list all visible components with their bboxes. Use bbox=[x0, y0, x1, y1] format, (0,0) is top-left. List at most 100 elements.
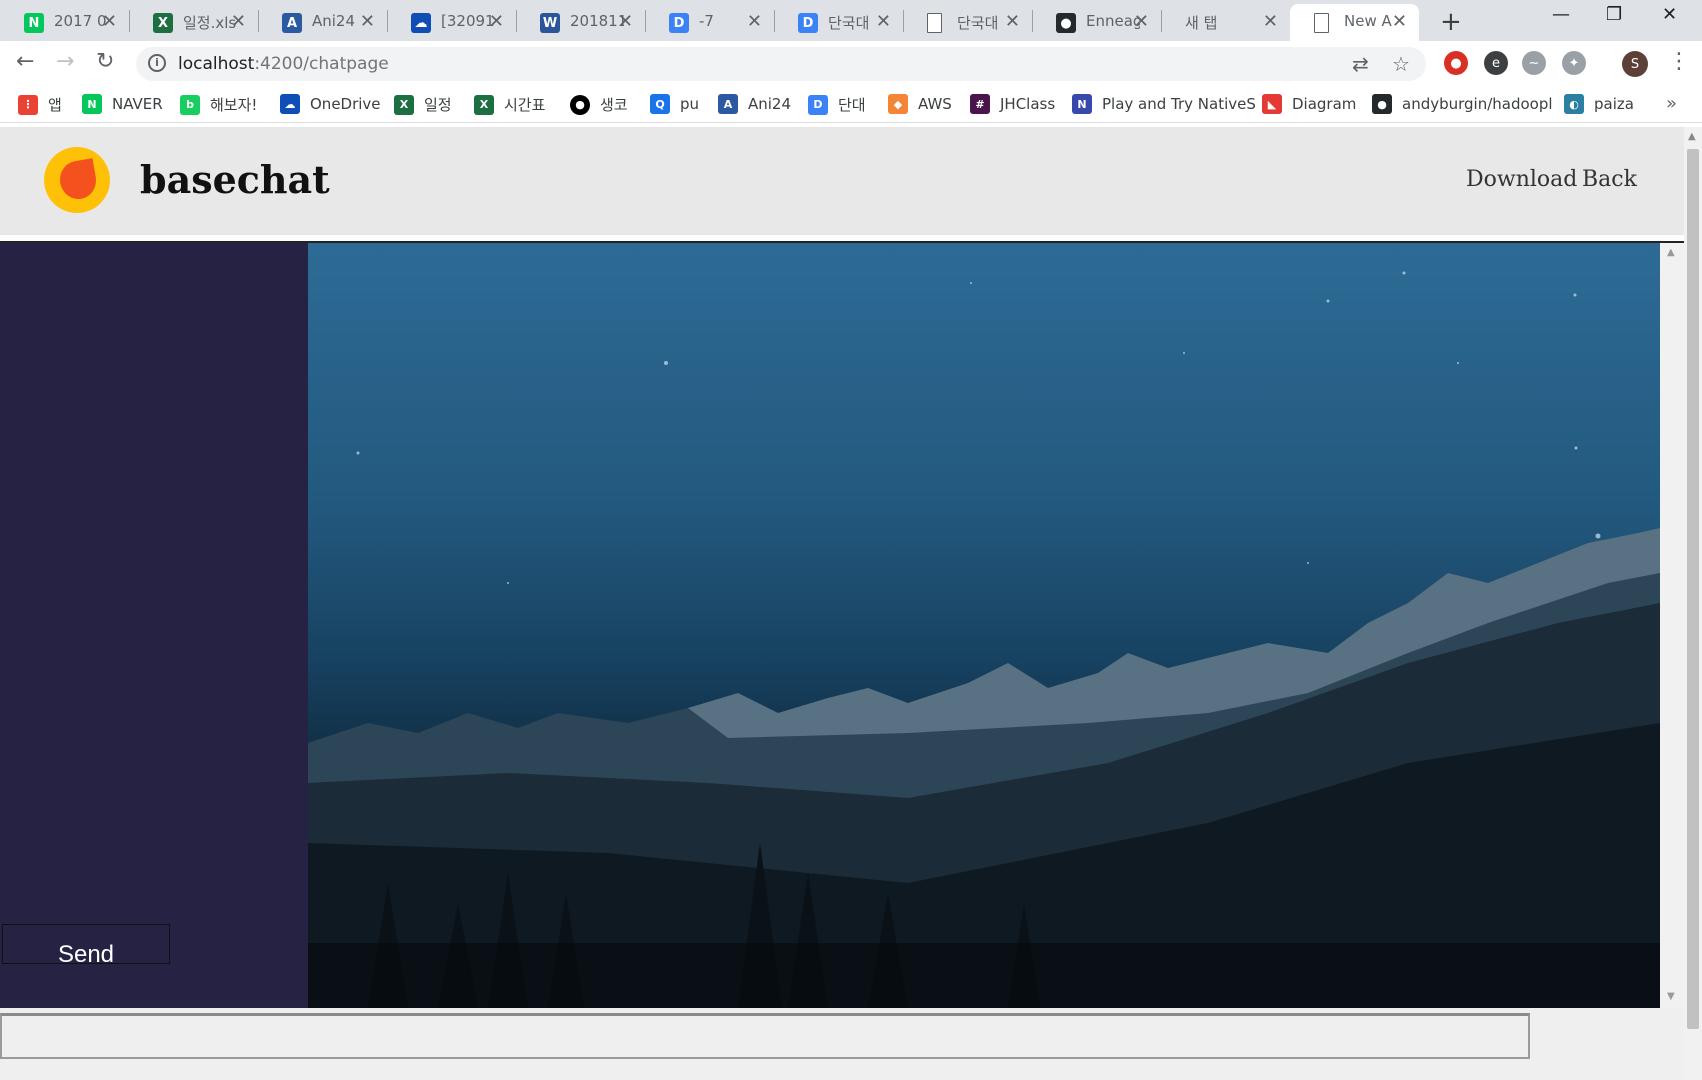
scrollbar-thumb[interactable] bbox=[1687, 149, 1699, 1029]
bookmark-favicon-icon: ☁ bbox=[280, 94, 300, 114]
restore-icon[interactable]: ❐ bbox=[1606, 4, 1622, 25]
scroll-up-icon[interactable]: ▲ bbox=[1688, 131, 1696, 142]
adblock-extension-icon[interactable]: ● bbox=[1444, 51, 1468, 75]
bookmark-item[interactable]: Qpu bbox=[650, 94, 699, 114]
tab-close-icon[interactable]: ✕ bbox=[1005, 11, 1020, 32]
extension-icon[interactable]: ~ bbox=[1522, 51, 1546, 75]
bookmark-label: 시간표 bbox=[504, 96, 546, 114]
browser-tab[interactable]: ● Enneag ✕ bbox=[1032, 4, 1161, 41]
tab-close-icon[interactable]: ✕ bbox=[618, 11, 633, 32]
browser-tab[interactable]: W 201811 ✕ bbox=[516, 4, 645, 41]
bookmark-item[interactable]: D 단대 bbox=[808, 94, 866, 115]
bookmark-favicon-icon: ⋮ bbox=[18, 94, 38, 115]
chat-sidebar bbox=[0, 243, 308, 1008]
info-icon[interactable]: i bbox=[148, 54, 166, 72]
page-icon bbox=[1314, 13, 1329, 33]
send-button[interactable]: Send bbox=[2, 924, 170, 968]
bookmark-item[interactable]: # JHClass bbox=[970, 94, 1055, 114]
bookmark-item[interactable]: ⋮ 앱 bbox=[18, 94, 62, 115]
forward-arrow-icon[interactable]: → bbox=[56, 49, 74, 74]
header-divider bbox=[0, 235, 1684, 244]
tab-close-icon[interactable]: ✕ bbox=[747, 11, 762, 32]
word-icon: W bbox=[540, 13, 560, 33]
message-input[interactable] bbox=[0, 1013, 1530, 1059]
bookmark-item[interactable]: X 일정 bbox=[394, 94, 452, 115]
bookmark-item[interactable]: ◐ paiza bbox=[1564, 94, 1634, 114]
browser-tab[interactable]: A Ani24 ✕ bbox=[258, 4, 387, 41]
bookmark-item[interactable]: X 시간표 bbox=[474, 94, 545, 115]
bookmark-favicon-icon: ● bbox=[1372, 94, 1392, 114]
back-arrow-icon[interactable]: ← bbox=[16, 49, 34, 74]
browser-tab[interactable]: D 단국대 ✕ bbox=[774, 4, 903, 41]
tab-label: Enneag bbox=[1086, 12, 1140, 30]
profile-avatar[interactable]: S bbox=[1622, 51, 1648, 77]
bookmark-item[interactable]: A Ani24 bbox=[718, 94, 791, 114]
more-bookmarks-icon[interactable]: » bbox=[1666, 93, 1677, 114]
puzzle-extension-icon[interactable]: ✦ bbox=[1562, 51, 1586, 75]
bookmark-item[interactable]: ☁ OneDrive bbox=[280, 94, 381, 114]
download-link[interactable]: Download bbox=[1466, 167, 1577, 192]
scroll-down-icon[interactable]: ▼ bbox=[1667, 991, 1675, 1002]
menu-dots-icon[interactable]: ⋮ bbox=[1668, 49, 1690, 74]
bookmark-item[interactable]: N NAVER bbox=[82, 94, 163, 114]
browser-tab[interactable]: 단국대 ✕ bbox=[903, 4, 1032, 41]
browser-tab[interactable]: N 2017 0 ✕ bbox=[0, 4, 129, 41]
page-scrollbar[interactable]: ▲ bbox=[1684, 127, 1702, 1080]
tab-close-icon[interactable]: ✕ bbox=[231, 11, 246, 32]
tab-close-icon[interactable]: ✕ bbox=[876, 11, 891, 32]
extension-icon[interactable]: e bbox=[1484, 51, 1508, 75]
mountain-background-image bbox=[308, 271, 1660, 1008]
close-window-icon[interactable]: ✕ bbox=[1662, 4, 1677, 25]
browser-tab[interactable]: D -7 ✕ bbox=[645, 4, 774, 41]
tab-label: Ani24 bbox=[312, 12, 356, 30]
new-tab-button[interactable]: + bbox=[1440, 7, 1462, 37]
reload-icon[interactable]: ↻ bbox=[96, 49, 114, 74]
bookmark-item[interactable]: ◣ Diagram bbox=[1262, 94, 1356, 114]
bookmark-label: paiza bbox=[1594, 95, 1634, 113]
bookmark-item[interactable]: N Play and Try NativeS bbox=[1072, 94, 1256, 114]
page-icon bbox=[927, 13, 942, 33]
tab-label: 2017 0 bbox=[54, 12, 107, 30]
brand-title: basechat bbox=[140, 157, 330, 202]
bookmark-label: 일정 bbox=[424, 96, 452, 114]
bookmark-favicon-icon: Q bbox=[650, 94, 670, 114]
web-page: basechat Download Back ▲ ▼ bbox=[0, 127, 1684, 1080]
bookmark-label: Ani24 bbox=[748, 95, 792, 113]
tab-close-icon[interactable]: ✕ bbox=[102, 11, 117, 32]
bookmark-label: 생코 bbox=[600, 96, 628, 114]
tab-close-icon[interactable]: ✕ bbox=[1134, 11, 1149, 32]
chat-scrollbar[interactable]: ▲ ▼ bbox=[1660, 243, 1684, 1008]
bookmark-favicon-icon: ◆ bbox=[888, 94, 908, 114]
url-text[interactable]: localhost:4200/chatpage bbox=[178, 54, 389, 74]
bookmarks-bar: ⋮ 앱 N NAVER b 해보자! ☁ OneDrive X 일정 X 시간표 ● 생코 Qpu A Ani2… bbox=[0, 87, 1702, 123]
back-link[interactable]: Back bbox=[1582, 167, 1637, 192]
browser-toolbar: ← → ↻ i localhost:4200/chatpage ⇄ ☆ ● e … bbox=[0, 41, 1702, 87]
tab-close-icon[interactable]: ✕ bbox=[1392, 11, 1407, 32]
tab-close-icon[interactable]: ✕ bbox=[489, 11, 504, 32]
bookmark-item[interactable]: ● 생코 bbox=[570, 94, 628, 115]
tab-close-icon[interactable]: ✕ bbox=[360, 11, 375, 32]
minimize-icon[interactable]: — bbox=[1552, 4, 1570, 25]
browser-tab[interactable]: ☁ [32091 ✕ bbox=[387, 4, 516, 41]
tab-label: 201811 bbox=[570, 12, 624, 30]
tab-label: New A bbox=[1344, 12, 1392, 30]
translate-icon[interactable]: ⇄ bbox=[1352, 52, 1369, 76]
browser-tab[interactable]: X 일정.xls ✕ bbox=[129, 4, 258, 41]
bookmark-favicon-icon: D bbox=[808, 94, 828, 115]
bookmark-label: AWS bbox=[918, 95, 952, 113]
address-bar[interactable]: i localhost:4200/chatpage ⇄ ☆ bbox=[136, 47, 1426, 81]
browser-tab[interactable]: New A ✕ bbox=[1290, 4, 1419, 41]
tab-label: 단국대 bbox=[828, 14, 870, 32]
excel-icon: X bbox=[153, 13, 173, 33]
tab-label: 단국대 bbox=[957, 14, 999, 32]
browser-tab[interactable]: 새 탭 ✕ bbox=[1161, 4, 1290, 41]
bookmark-star-icon[interactable]: ☆ bbox=[1392, 52, 1410, 76]
bookmark-item[interactable]: ● andyburgin/hadoopl bbox=[1372, 94, 1553, 114]
app-header: basechat Download Back bbox=[0, 127, 1684, 235]
tab-close-icon[interactable]: ✕ bbox=[1263, 11, 1278, 32]
bookmark-favicon-icon: b bbox=[180, 94, 200, 115]
scroll-up-icon[interactable]: ▲ bbox=[1667, 247, 1675, 258]
bookmark-item[interactable]: b 해보자! bbox=[180, 94, 257, 115]
bookmark-favicon-icon: A bbox=[718, 94, 738, 114]
bookmark-item[interactable]: ◆ AWS bbox=[888, 94, 952, 114]
